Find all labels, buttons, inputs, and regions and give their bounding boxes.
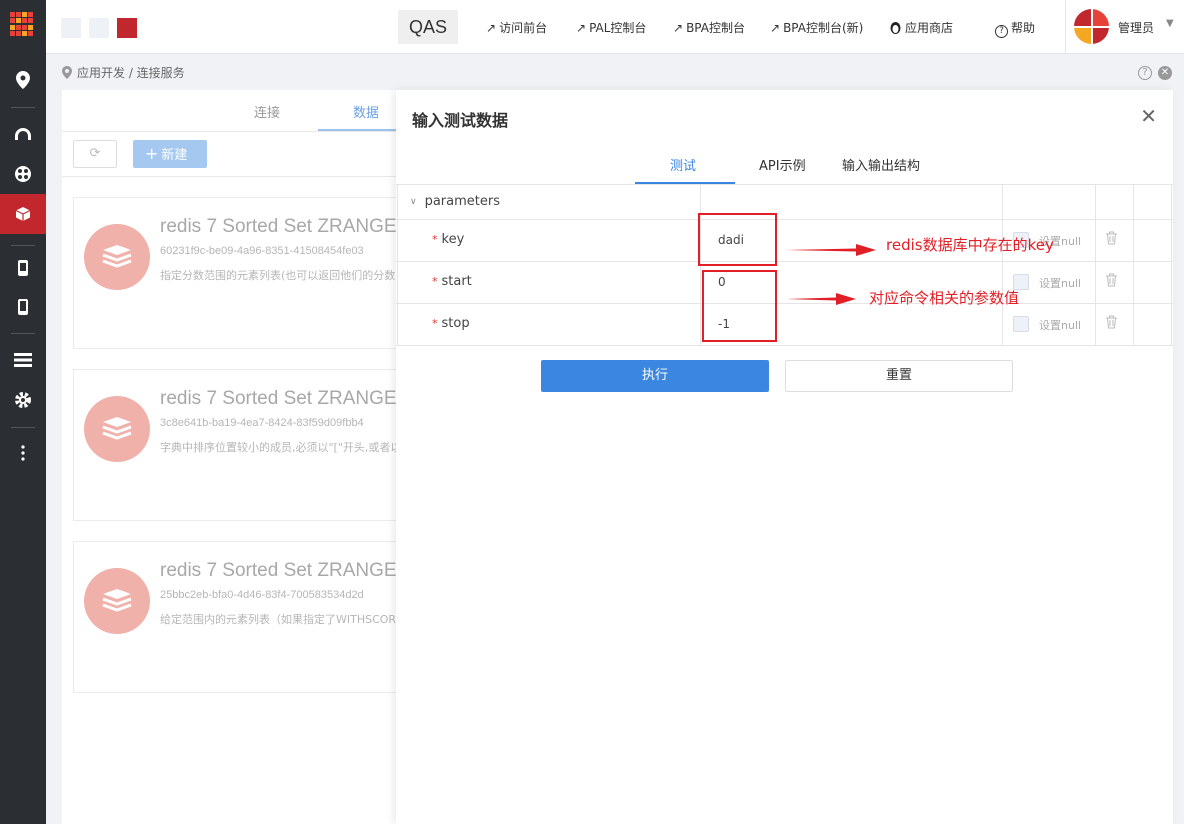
drawer-title: 输入测试数据 [412,111,509,130]
new-button[interactable]: + 新建 [133,140,207,168]
trash-icon[interactable] [1105,273,1118,291]
tab-data[interactable]: 数据 [353,102,379,121]
app-grid-icon[interactable] [10,12,34,36]
sidebar-divider [11,245,35,246]
param-label-key: * key [432,232,465,247]
service-card[interactable]: redis 7 Sorted Set ZRANGE 25bbc2eb-bfa0-… [73,541,402,693]
app-root: QAS ↗ 访问前台 ↗ PAL控制台 ↗ BPA控制台 ↗ BPA控制台(新) 应用商… [0,0,1184,824]
gear-icon[interactable] [0,380,46,420]
topbar-divider [1065,0,1066,54]
required-marker: * [432,317,438,330]
location-icon[interactable] [0,60,46,100]
dashboard-icon[interactable] [0,114,46,154]
set-null-label: 设置null [1039,277,1082,290]
breadcrumb-text: 应用开发 / 连接服务 [77,66,185,80]
tab-api-example[interactable]: API示例 [759,155,806,174]
test-data-drawer: 输入测试数据 ✕ 测试 API示例 输入输出结构 ∨ parameters * k… [396,90,1173,824]
refresh-button[interactable]: ⟳ [73,140,117,168]
caret-down-icon[interactable]: ▼ [1166,18,1174,29]
param-label-stop: * stop [432,316,470,331]
close-icon[interactable]: ✕ [1140,104,1157,128]
plus-icon: + [145,144,159,163]
redis-stack-icon [84,396,150,462]
set-null-label: 设置null [1039,319,1082,332]
params-table: ∨ parameters * key dadi 设置null * start 0 设… [396,184,1173,346]
external-arrow-icon: ↗ [576,21,587,35]
redis-stack-icon [84,224,150,290]
card-title: redis 7 Sorted Set ZRANGE [160,560,397,581]
sidebar-divider [11,427,35,428]
sidebar-item-app-dev[interactable] [0,194,46,234]
toolbar-square-icon[interactable] [61,18,81,38]
set-null-checkbox[interactable] [1013,316,1029,332]
breadcrumb: 应用开发 / 连接服务 [62,64,185,81]
panel-toolbar: ⟳ + 新建 [62,132,402,177]
required-marker: * [432,275,438,288]
card-description: 指定分数范围的元素列表(也可以返回他们的分数) [160,269,400,282]
link-bpa-console[interactable]: ↗ BPA控制台 [673,19,745,36]
tab-test[interactable]: 测试 [670,155,696,174]
card-id: 3c8e641b-ba19-4ea7-8424-83f59d09fbb4 [160,417,364,429]
avatar[interactable] [1074,9,1109,44]
service-card[interactable]: redis 7 Sorted Set ZRANGEBYLEX 3c8e641b-… [73,369,402,521]
run-button[interactable]: 执行 [541,360,769,392]
mobile-icon[interactable] [0,248,46,288]
refresh-icon: ⟳ [89,146,101,161]
annotation-arrow-icon [786,244,876,256]
external-arrow-icon: ↗ [486,21,497,35]
external-arrow-icon: ↗ [770,21,781,35]
list-icon[interactable] [0,340,46,380]
question-circle-icon: ? [995,25,1008,38]
modules-icon[interactable] [0,154,46,194]
top-bar: QAS ↗ 访问前台 ↗ PAL控制台 ↗ BPA控制台 ↗ BPA控制台(新) 应用商… [46,0,1184,54]
link-bpa-console-new[interactable]: ↗ BPA控制台(新) [770,19,863,36]
link-help[interactable]: ? 帮助 [995,19,1035,38]
left-sidebar [0,0,46,824]
toolbar-red-square-icon[interactable] [117,18,137,38]
annotation-box-range [702,270,777,342]
annotation-text-params: 对应命令相关的参数值 [869,289,1020,307]
active-tab-indicator [318,129,402,131]
tab-connection[interactable]: 连接 [254,102,280,121]
panel-tabs: 连接 数据 [62,90,402,132]
external-arrow-icon: ↗ [673,21,684,35]
toolbar-square-icon[interactable] [89,18,109,38]
link-pal-console[interactable]: ↗ PAL控制台 [576,19,646,36]
card-id: 25bbc2eb-bfa0-4d46-83f4-700583534d2d [160,589,364,601]
annotation-arrow-icon [786,293,856,305]
more-vertical-icon[interactable] [0,433,46,473]
location-pin-icon [62,66,72,79]
environment-badge[interactable]: QAS [398,10,458,44]
parameters-group[interactable]: ∨ parameters [410,194,500,209]
required-marker: * [432,233,438,246]
annotation-box-key [698,213,777,266]
phone-icon[interactable] [0,287,46,327]
link-visit-frontend[interactable]: ↗ 访问前台 [486,19,547,36]
chevron-down-icon: ∨ [410,196,417,207]
link-app-store[interactable]: 应用商店 [889,19,953,36]
card-title: redis 7 Sorted Set ZRANGE [160,216,397,237]
reset-button[interactable]: 重置 [785,360,1013,392]
page-actions: ? ✕ [1138,66,1172,80]
connection-data-panel: 连接 数据 ⟳ + 新建 redis 7 Sorted Set ZRANGE 60… [62,90,402,824]
user-name[interactable]: 管理员 [1118,19,1154,36]
sidebar-divider [11,107,35,108]
card-description: 给定范围内的元素列表（如果指定了WITHSCORES选项） [160,613,402,626]
redis-stack-icon [84,568,150,634]
close-circle-icon[interactable]: ✕ [1158,66,1172,80]
param-label-start: * start [432,274,472,289]
card-id: 60231f9c-be09-4a96-8351-41508454fe03 [160,245,364,257]
card-description: 字典中排序位置较小的成员,必须以"["开头,或者以"("开头 [160,441,401,454]
help-icon[interactable]: ? [1138,66,1152,80]
annotation-text-key: redis数据库中存在的key [886,236,1054,254]
tab-io-structure[interactable]: 输入输出结构 [842,155,920,174]
penguin-icon [890,22,901,34]
trash-icon[interactable] [1105,231,1118,249]
trash-icon[interactable] [1105,315,1118,333]
service-card[interactable]: redis 7 Sorted Set ZRANGE 60231f9c-be09-… [73,197,402,349]
sidebar-divider [11,333,35,334]
card-title: redis 7 Sorted Set ZRANGEBYLEX [160,388,401,409]
cube-icon [15,207,31,221]
